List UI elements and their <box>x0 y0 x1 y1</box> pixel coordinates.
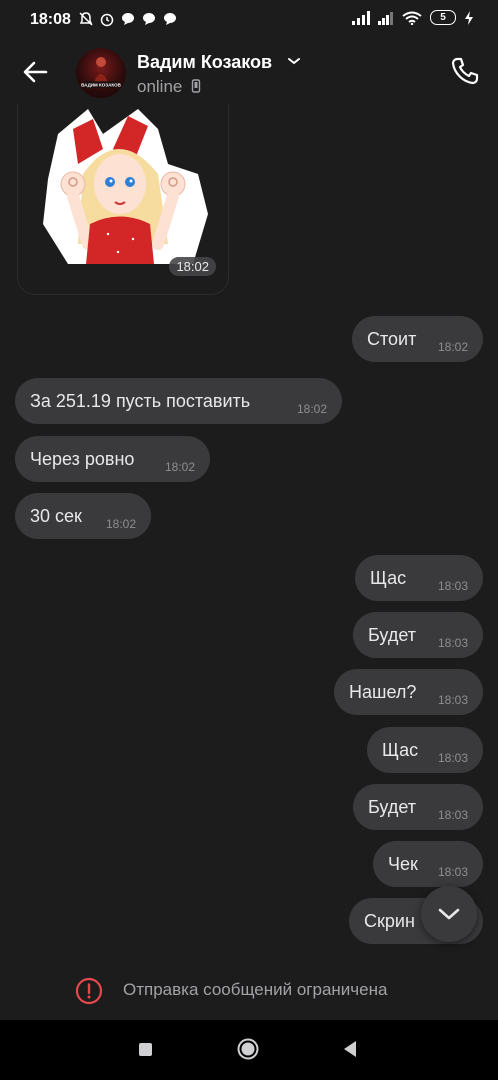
message-timestamp: 18:03 <box>437 636 468 650</box>
message-text: Щас <box>370 568 407 588</box>
avatar-logo-text: ВАДИМ КОЗАКОВ <box>81 83 121 88</box>
back-triangle-icon[interactable] <box>342 1040 358 1058</box>
incoming-message-bubble[interactable]: Через ровно 18:02 <box>15 436 210 482</box>
outgoing-message-bubble[interactable]: Нашел? 18:03 <box>334 669 483 715</box>
incoming-message-bubble[interactable]: 30 сек 18:02 <box>15 493 151 539</box>
outgoing-message-bubble[interactable]: Будет 18:03 <box>353 784 483 830</box>
outgoing-message-bubble[interactable]: Щас 18:03 <box>367 727 483 773</box>
message-timestamp: 18:02 <box>437 340 468 354</box>
chat-bubble-icon <box>143 13 155 25</box>
message-timestamp: 18:02 <box>105 517 136 531</box>
sticker-timestamp: 18:02 <box>169 257 216 276</box>
system-nav-bar <box>0 1020 498 1080</box>
messaging-restricted-banner: Отправка сообщений ограничена <box>0 960 498 1020</box>
chevron-down-icon <box>438 908 460 920</box>
message-text: Через ровно <box>30 449 135 469</box>
chat-bubble-icon <box>164 13 176 25</box>
outgoing-message-bubble[interactable]: Щас 18:03 <box>355 555 483 601</box>
chat-header: ВАДИМ КОЗАКОВ Вадим Козаков online <box>0 42 498 104</box>
message-text: Щас <box>382 740 419 760</box>
contact-status-text: online <box>137 77 183 96</box>
alarm-icon <box>100 13 114 27</box>
home-button[interactable] <box>237 1038 259 1060</box>
outgoing-message-bubble[interactable]: Чек 18:03 <box>373 841 483 887</box>
message-text: За 251.19 пусть поставить <box>30 391 251 411</box>
message-text: Нашел? <box>349 682 417 702</box>
restriction-notice-text: Отправка сообщений ограничена <box>123 980 388 999</box>
signal-icon <box>352 10 370 25</box>
bell-off-icon <box>79 12 93 26</box>
message-timestamp: 18:03 <box>437 808 468 822</box>
message-text: 30 сек <box>30 506 82 526</box>
outgoing-message-bubble[interactable]: Будет 18:03 <box>353 612 483 658</box>
charging-icon <box>465 10 473 25</box>
message-timestamp: 18:03 <box>437 865 468 879</box>
message-timestamp: 18:03 <box>437 693 468 707</box>
sticker-message[interactable]: 18:02 <box>17 104 229 295</box>
recent-apps-button[interactable] <box>139 1043 152 1056</box>
chevron-down-icon[interactable] <box>287 56 301 66</box>
message-timestamp: 18:02 <box>296 402 327 416</box>
message-text: Стоит <box>367 329 417 349</box>
message-timestamp: 18:03 <box>437 579 468 593</box>
message-text: Будет <box>368 797 416 817</box>
status-notifications <box>78 11 178 27</box>
status-system: 5 <box>352 10 474 25</box>
mobile-device-icon <box>191 79 201 93</box>
outgoing-message-bubble[interactable]: Стоит 18:02 <box>352 316 483 362</box>
phone-call-icon[interactable] <box>449 55 481 87</box>
contact-status: online <box>137 77 201 97</box>
signal-roaming-icon <box>378 11 393 25</box>
sticker-image <box>43 109 208 264</box>
wifi-icon <box>402 11 422 25</box>
back-arrow-icon[interactable] <box>20 56 52 88</box>
incoming-message-bubble[interactable]: За 251.19 пусть поставить 18:02 <box>15 378 342 424</box>
warning-circle-icon <box>75 977 103 1005</box>
message-timestamp: 18:03 <box>437 751 468 765</box>
avatar-image: ВАДИМ КОЗАКОВ <box>81 57 122 88</box>
message-text: Будет <box>368 625 416 645</box>
message-text: Чек <box>388 854 418 874</box>
scroll-to-bottom-button[interactable] <box>421 886 477 942</box>
status-bar: 18:08 5 <box>0 0 498 42</box>
message-text: Скрин <box>364 911 415 931</box>
chat-bubble-icon <box>122 13 134 25</box>
battery-indicator: 5 <box>430 10 456 25</box>
status-time: 18:08 <box>30 11 71 28</box>
avatar[interactable]: ВАДИМ КОЗАКОВ <box>76 48 126 98</box>
contact-name[interactable]: Вадим Козаков <box>137 52 272 73</box>
message-timestamp: 18:02 <box>164 460 195 474</box>
